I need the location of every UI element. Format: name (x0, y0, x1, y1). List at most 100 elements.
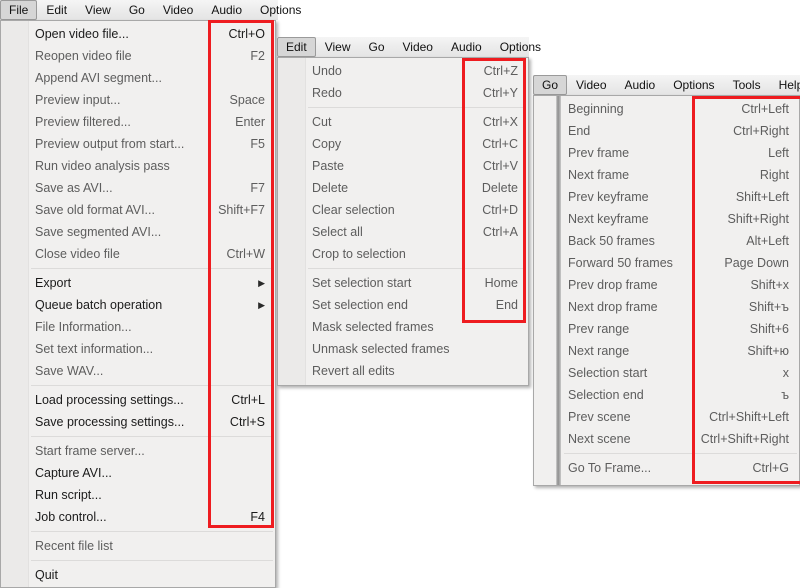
menu-item-label: Save old format AVI... (35, 203, 155, 217)
menu-item-label: Preview filtered... (35, 115, 131, 129)
menu-item-label: Prev frame (568, 146, 630, 160)
menu-item[interactable]: Run script... (1, 484, 275, 506)
menu-item-shortcut: Ctrl+G (752, 461, 789, 475)
menubar-item-options[interactable]: Options (251, 0, 310, 20)
menu-separator (31, 268, 273, 269)
menu-item[interactable]: Queue batch operation ▶ (1, 294, 275, 316)
menubar-item-file[interactable]: File (0, 0, 38, 20)
menu-item-label: End (568, 124, 591, 138)
menubar-item-go[interactable]: Go (120, 0, 154, 20)
menu-item-label: Recent file list (35, 539, 113, 553)
menu-item-shortcut: Enter (235, 115, 265, 129)
menu-item-label: Job control... (35, 510, 107, 524)
menu-item-label: Beginning (568, 102, 624, 116)
menu-item-label: Set selection start (312, 276, 412, 290)
menu-item-shortcut: Right (759, 168, 789, 182)
menubar-item-options[interactable]: Options (491, 37, 550, 57)
menubar-item-view[interactable]: View (76, 0, 120, 20)
menu-item-label: Save WAV... (35, 364, 104, 378)
menu-item-label: Preview output from start... (35, 137, 185, 151)
menu-item: Selection start x (534, 362, 799, 384)
menu-item: Crop to selection (278, 243, 528, 265)
menu-item: Next range Shift+ю (534, 340, 799, 362)
menu-item-label: Prev scene (568, 410, 631, 424)
menu-panel-go[interactable]: Beginning Ctrl+Left End Ctrl+Right Prev fram… (533, 95, 800, 486)
menu-item-shortcut: Shift+Right (727, 212, 790, 226)
menu-separator (31, 436, 273, 437)
menubar-edit[interactable]: Edit View Go Video Audio Options (277, 37, 541, 57)
menu-item-label: Append AVI segment... (35, 71, 162, 85)
menu-item-label: Save as AVI... (35, 181, 113, 195)
menubar-item-video[interactable]: Video (154, 0, 202, 20)
menu-item-label: Close video file (35, 247, 120, 261)
menu-item[interactable]: Export ▶ (1, 272, 275, 294)
menubar-item-go[interactable]: Go (533, 75, 568, 95)
menu-item[interactable]: Capture AVI... (1, 462, 275, 484)
menubar-go[interactable]: Go Video Audio Options Tools Help (533, 75, 800, 95)
menu-item: Selection end ъ (534, 384, 799, 406)
menubar-item-options[interactable]: Options (664, 75, 723, 95)
menu-item: Select all Ctrl+A (278, 221, 528, 243)
menu-item: Append AVI segment... (1, 67, 275, 89)
menu-item: Delete Delete (278, 177, 528, 199)
menubar-item-edit[interactable]: Edit (277, 37, 316, 57)
menu-item: Next drop frame Shift+ъ (534, 296, 799, 318)
menu-panel-file[interactable]: Open video file... Ctrl+O Reopen video fil… (0, 20, 276, 588)
menu-item: Set selection start Home (278, 272, 528, 294)
menu-item[interactable]: Quit (1, 564, 275, 586)
menu-item: Cut Ctrl+X (278, 111, 528, 133)
menu-panel-edit[interactable]: Undo Ctrl+Z Redo Ctrl+Y Cut Ctrl+X Copy Ctrl+C P… (277, 57, 529, 386)
menu-item-shortcut: Left (768, 146, 789, 160)
menu-item-shortcut: F2 (250, 49, 265, 63)
menu-item-label: Selection end (568, 388, 644, 402)
menubar-item-tools[interactable]: Tools (724, 75, 770, 95)
menu-item[interactable]: Save processing settings... Ctrl+S (1, 411, 275, 433)
menubar-item-video[interactable]: Video (567, 75, 615, 95)
menu-item-shortcut: Ctrl+C (482, 137, 518, 151)
menu-item-label: Queue batch operation (35, 298, 163, 312)
menu-item: Prev frame Left (534, 142, 799, 164)
menubar-item-go[interactable]: Go (359, 37, 393, 57)
menu-item: Close video file Ctrl+W (1, 243, 275, 265)
menubar-item-audio[interactable]: Audio (616, 75, 665, 95)
menubar-item-view[interactable]: View (316, 37, 360, 57)
menu-item: Preview filtered... Enter (1, 111, 275, 133)
menu-item: File Information... (1, 316, 275, 338)
menu-item-shortcut: Delete (481, 181, 518, 195)
menu-item-shortcut: Ctrl+Y (482, 86, 518, 100)
menubar-file[interactable]: File Edit View Go Video Audio Options (0, 0, 301, 20)
menu-item: Prev scene Ctrl+Shift+Left (534, 406, 799, 428)
menu-item-label: Quit (35, 568, 58, 582)
menu-item-label: Save processing settings... (35, 415, 185, 429)
menubar-item-help[interactable]: Help (770, 75, 800, 95)
menu-item-label: Back 50 frames (568, 234, 655, 248)
menu-item-label: Preview input... (35, 93, 121, 107)
menu-item-shortcut: F4 (250, 510, 265, 524)
menu-item-label: Mask selected frames (312, 320, 434, 334)
menu-item: Beginning Ctrl+Left (534, 98, 799, 120)
menubar-item-edit[interactable]: Edit (37, 0, 76, 20)
menu-separator (31, 385, 273, 386)
menubar-item-audio[interactable]: Audio (202, 0, 251, 20)
menu-item-label: Go To Frame... (568, 461, 652, 475)
menu-item-shortcut: Alt+Left (746, 234, 789, 248)
menu-item[interactable]: Job control... F4 (1, 506, 275, 528)
menu-item-shortcut: Shift+ю (747, 344, 789, 358)
menubar-item-audio[interactable]: Audio (442, 37, 491, 57)
menu-item-shortcut: Page Down (724, 256, 789, 270)
menubar-item-video[interactable]: Video (394, 37, 442, 57)
menu-item-shortcut: x (782, 366, 789, 380)
menu-item[interactable]: Load processing settings... Ctrl+L (1, 389, 275, 411)
menu-item-label: Set selection end (312, 298, 408, 312)
menu-item: Preview output from start... F5 (1, 133, 275, 155)
menu-item[interactable]: Open video file... Ctrl+O (1, 23, 275, 45)
menu-item-label: Clear selection (312, 203, 395, 217)
menu-item-shortcut: Ctrl+D (482, 203, 518, 217)
menu-item: Save segmented AVI... (1, 221, 275, 243)
menu-item-label: Select all (312, 225, 363, 239)
menu-item: Back 50 frames Alt+Left (534, 230, 799, 252)
menu-item: Paste Ctrl+V (278, 155, 528, 177)
menu-item: Recent file list (1, 535, 275, 557)
menu-item: Set text information... (1, 338, 275, 360)
menu-separator (31, 531, 273, 532)
